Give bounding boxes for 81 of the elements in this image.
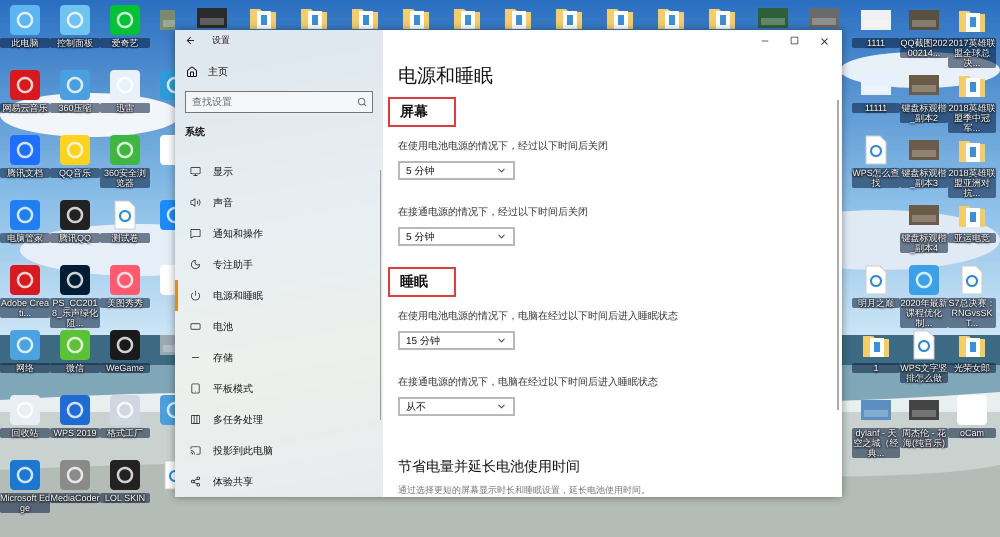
group-heading: 睡眠	[388, 267, 456, 298]
nav-icon	[190, 445, 201, 456]
icon-label: 360压缩	[50, 103, 100, 113]
time-dropdown[interactable]: 5 分钟	[398, 227, 515, 246]
icon-label: 美图秀秀	[100, 298, 150, 308]
nav-item[interactable]: 专注助手	[175, 249, 383, 280]
icon-label: WPS 2019	[50, 428, 100, 438]
nav-icon	[190, 476, 201, 487]
icon-label: S7总决赛：RNGvsSKT...	[948, 298, 996, 328]
icon-label: 测试卷	[100, 233, 150, 243]
icon-label: 1111	[852, 38, 900, 48]
search-field[interactable]: 查找设置	[185, 91, 373, 113]
app-icon[interactable]	[109, 459, 141, 491]
setting-label: 在使用电池电源的情况下，经过以下时间后关闭	[398, 140, 609, 154]
nav-item[interactable]: 电池	[175, 311, 383, 342]
icon-label: PS_CC2018_乐声绿化阻...	[50, 298, 100, 328]
time-dropdown[interactable]: 从不	[398, 397, 515, 416]
nav-item[interactable]: 通知和操作	[175, 218, 383, 249]
time-dropdown[interactable]: 5 分钟	[398, 161, 515, 180]
icon-label: 周杰伦 - 花海(纯音乐)	[900, 428, 948, 448]
icon-label: 回收站	[0, 428, 50, 438]
app-icon[interactable]	[59, 264, 91, 296]
nav-item[interactable]: 声音	[175, 187, 383, 218]
window-title: 设置	[212, 34, 230, 48]
app-icon[interactable]	[59, 199, 91, 231]
icon-label: Microsoft Edge	[0, 493, 50, 513]
icon-label: 1	[852, 363, 900, 373]
setting-label: 在接通电源的情况下，电脑在经过以下时间后进入睡眠状态	[398, 376, 659, 390]
icon-label: 爱奇艺	[100, 38, 150, 48]
icon-label: 微信	[50, 363, 100, 373]
nav-icon	[190, 197, 201, 208]
back-arrow-icon	[185, 35, 196, 46]
nav-icon	[190, 228, 201, 239]
icon-label: 腾讯QQ	[50, 233, 100, 243]
close-icon	[819, 36, 830, 47]
app-icon[interactable]	[109, 329, 141, 361]
icon-label: 360安全浏览器	[100, 168, 150, 188]
icon-label: oCam	[948, 428, 996, 438]
tip-heading: 节省电量并延长电池使用时间	[398, 458, 581, 476]
nav-item[interactable]: 平板模式	[175, 373, 383, 404]
icon-label: 格式工厂	[100, 428, 150, 438]
icon-label: Adobe Creati...	[0, 298, 50, 318]
icon-label: LOL SKIN	[100, 493, 150, 503]
icon-label: 电脑管家	[0, 233, 50, 243]
icon-label: 11111	[852, 103, 900, 113]
icon-label: 亚运电竞	[948, 233, 996, 243]
icon-label: 网易云音乐	[0, 103, 50, 113]
nav-icon	[190, 414, 201, 425]
nav-icon	[190, 259, 201, 270]
icon-label: 腾讯文档	[0, 168, 50, 178]
icon-label: dylanf - 天空之城（经典...	[852, 428, 900, 458]
nav-item[interactable]: 显示	[175, 156, 383, 187]
nav-item[interactable]: 存储	[175, 342, 383, 373]
section-heading: 系统	[184, 126, 206, 139]
maximize-icon	[790, 36, 799, 45]
search-icon[interactable]	[357, 97, 367, 107]
nav-icon	[190, 321, 201, 332]
icon-label: 控制面板	[50, 38, 100, 48]
back-button[interactable]	[185, 35, 196, 46]
icon-label: 此电脑	[0, 38, 50, 48]
icon-label: WeGame	[100, 363, 150, 373]
nav-icon	[190, 383, 201, 394]
icon-label: 迅雷	[100, 103, 150, 113]
setting-label: 在使用电池电源的情况下，电脑在经过以下时间后进入睡眠状态	[398, 310, 679, 324]
home-icon	[186, 66, 198, 78]
icon-label: 光荣女郎	[948, 363, 996, 373]
icon-label: QQ音乐	[50, 168, 100, 178]
time-dropdown[interactable]: 15 分钟	[398, 331, 515, 350]
tip-text: 通过选择更短的屏幕显示时长和睡眠设置，延长电池使用时间。	[398, 484, 651, 497]
icon-label: WPS怎么查找	[852, 168, 900, 188]
icon-label: 明月之巅	[852, 298, 900, 308]
nav-item[interactable]: 多任务处理	[175, 404, 383, 435]
page-title: 电源和睡眠	[398, 65, 494, 90]
group-heading: 屏幕	[388, 97, 456, 128]
nav-icon	[190, 290, 201, 301]
home-link[interactable]: 主页	[175, 51, 383, 81]
nav-item[interactable]: 投影到此电脑	[175, 435, 383, 466]
icon-label: 网络	[0, 363, 50, 373]
setting-label: 在接通电源的情况下，经过以下时间后关闭	[398, 206, 589, 220]
nav-item[interactable]: 体验共享	[175, 466, 383, 497]
nav-icon	[190, 166, 201, 177]
